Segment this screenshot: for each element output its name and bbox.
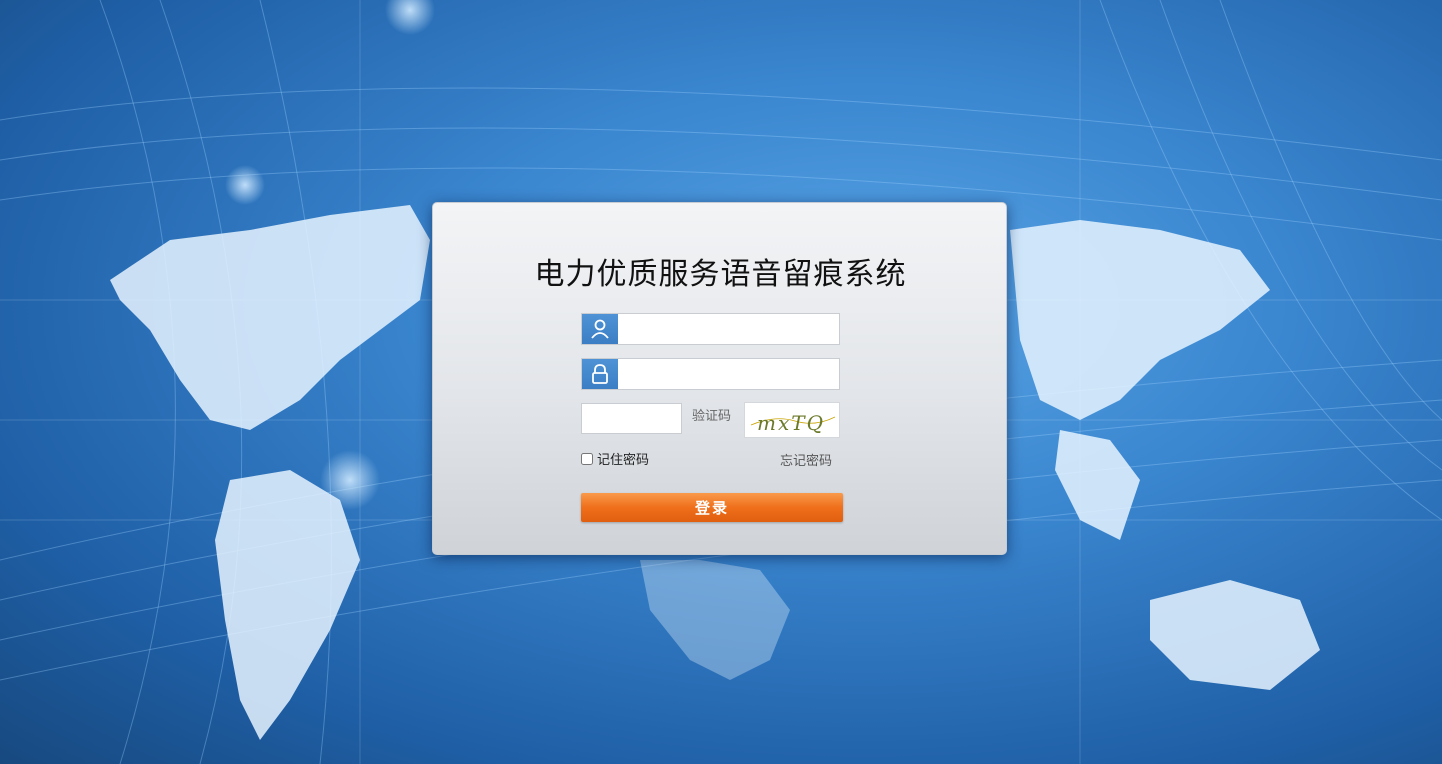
captcha-label: 验证码 (692, 409, 732, 424)
login-button[interactable]: 登录 (581, 493, 843, 522)
remember-checkbox[interactable] (581, 452, 593, 465)
page-title: 电力优质服务语音留痕系统 (534, 257, 907, 292)
username-field[interactable] (581, 313, 843, 345)
forgot-password-link[interactable]: 忘记密码 (780, 450, 832, 469)
password-input[interactable] (620, 359, 843, 389)
captcha-input[interactable] (581, 403, 682, 434)
password-field[interactable] (581, 358, 843, 390)
captcha-image[interactable]: mxTQ (744, 402, 840, 438)
lock-icon (582, 359, 618, 389)
username-input[interactable] (620, 314, 843, 344)
user-icon (582, 314, 618, 344)
remember-password[interactable]: 记住密码 (581, 449, 649, 468)
captcha-text: mxTQ (757, 411, 825, 435)
remember-label: 记住密码 (597, 453, 650, 468)
login-panel: 电力优质服务语音留痕系统 验证码 mxTQ 记住密码 忘记密码 登录 (432, 202, 1007, 555)
